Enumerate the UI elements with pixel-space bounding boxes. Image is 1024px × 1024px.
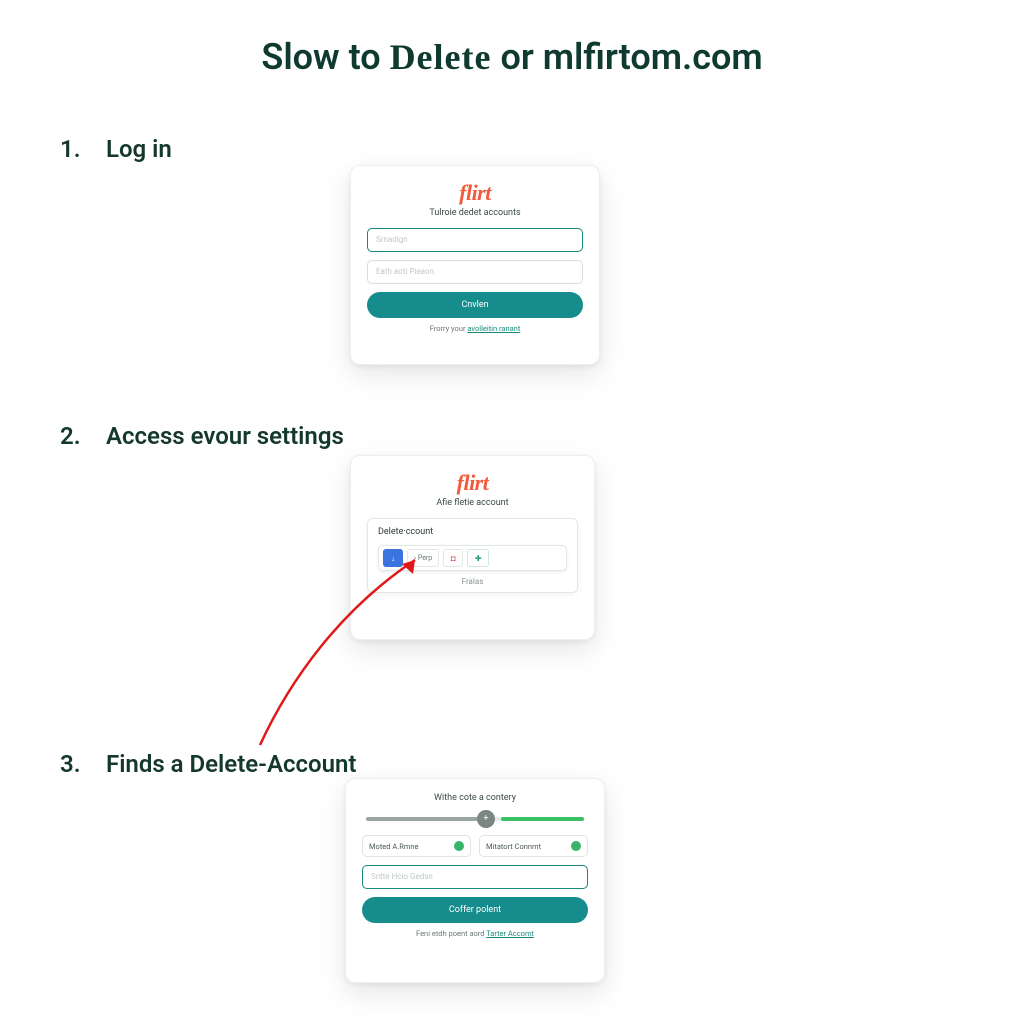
- chip-caption: Fralas: [378, 577, 567, 586]
- confirm-footer: Feni etdh poent aord Tarter Accomt: [362, 929, 588, 938]
- password-field[interactable]: Eath aoti Pieaon.: [367, 260, 583, 284]
- confirm-field[interactable]: Sntte Hcio Gedsn: [362, 865, 588, 889]
- option-row: Moted A.Rmne Mitatort Connmt: [362, 835, 588, 857]
- login-button[interactable]: Cnvlen: [367, 292, 583, 318]
- slider-fill-right: [501, 817, 584, 821]
- password-placeholder: Eath aoti Pieaon.: [376, 267, 436, 276]
- step-2-number: 2.: [60, 422, 82, 450]
- stop-icon[interactable]: ◘: [443, 549, 463, 567]
- step-1: 1. Log in: [60, 135, 964, 163]
- slider-fill-left: [366, 817, 486, 821]
- slider-knob[interactable]: +: [477, 810, 495, 828]
- title-bold: Delete: [390, 37, 492, 77]
- page-title: Slow to Delete or mlfirtom.com: [0, 0, 1024, 78]
- delete-account-box: Delete·ccount ↓ › Perp ◘ ✚ Fralas: [367, 518, 578, 593]
- step-3: 3. Finds a Delete-Account: [60, 750, 964, 778]
- option-1[interactable]: Moted A.Rmne: [362, 835, 471, 857]
- download-icon[interactable]: ↓: [383, 549, 403, 567]
- option-1-label: Moted A.Rmne: [369, 842, 419, 851]
- action-chip-row: ↓ › Perp ◘ ✚: [378, 545, 567, 571]
- step-1-header: 1. Log in: [60, 135, 964, 163]
- login-footer-link[interactable]: avolleitin ranant: [467, 324, 520, 333]
- confirm-footer-text: Feni etdh poent aord: [416, 929, 486, 938]
- login-footer-text: Frorry your: [430, 324, 468, 333]
- confirm-header: Withe cote a contery: [362, 793, 588, 803]
- step-1-number: 1.: [60, 135, 82, 163]
- username-field[interactable]: Srnadign: [367, 228, 583, 252]
- brand-logo-2: flirt: [367, 470, 578, 496]
- confirm-button[interactable]: Coffer polent: [362, 897, 588, 923]
- delete-account-title: Delete·ccount: [378, 527, 567, 537]
- add-icon[interactable]: ✚: [467, 549, 489, 567]
- username-placeholder: Srnadign: [376, 235, 408, 244]
- step-1-label: Log in: [106, 135, 172, 163]
- confirm-placeholder: Sntte Hcio Gedsn: [371, 872, 433, 881]
- step-2-label: Access evour settings: [106, 422, 344, 450]
- option-2[interactable]: Mitatort Connmt: [479, 835, 588, 857]
- option-2-label: Mitatort Connmt: [486, 842, 541, 851]
- title-part2: or mlfirtom.com: [492, 36, 763, 78]
- settings-card: flirt Afie fletie account Delete·ccount …: [350, 455, 595, 640]
- chip-label[interactable]: › Perp: [407, 549, 439, 567]
- brand-logo: flirt: [367, 180, 583, 206]
- step-3-label: Finds a Delete-Account: [106, 750, 356, 778]
- login-footer: Frorry your avolleitin ranant: [367, 324, 583, 333]
- confirm-footer-link[interactable]: Tarter Accomt: [486, 929, 534, 938]
- step-3-number: 3.: [60, 750, 82, 778]
- login-card: flirt Tulroie dedet accounts Srnadign Ea…: [350, 165, 600, 365]
- option-2-status-icon: [571, 841, 581, 851]
- step-2: 2. Access evour settings: [60, 422, 964, 450]
- confirm-card: Withe cote a contery + Moted A.Rmne Mita…: [345, 778, 605, 983]
- progress-slider[interactable]: +: [366, 817, 584, 821]
- step-3-header: 3. Finds a Delete-Account: [60, 750, 964, 778]
- login-subtitle: Tulroie dedet accounts: [367, 208, 583, 218]
- settings-subtitle: Afie fletie account: [367, 498, 578, 508]
- title-part1: Slow to: [261, 36, 389, 78]
- option-1-status-icon: [454, 841, 464, 851]
- step-2-header: 2. Access evour settings: [60, 422, 964, 450]
